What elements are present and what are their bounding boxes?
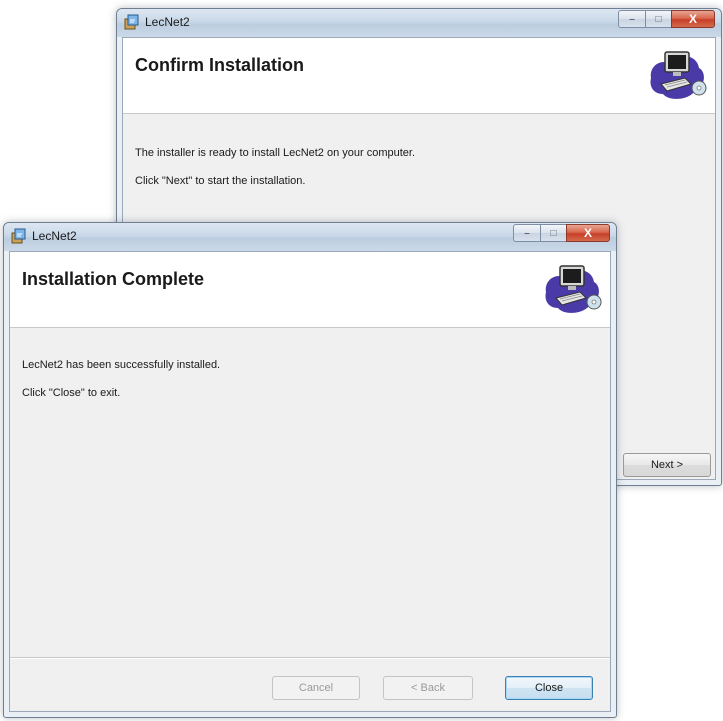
computer-setup-icon [545,265,602,313]
installer-icon [124,14,139,30]
next-button[interactable]: Next > [623,453,711,477]
status-message: LecNet2 has been successfully installed. [22,359,221,371]
header-banner: Confirm Installation [123,38,715,114]
maximize-button[interactable]: □ [540,224,566,242]
back-button[interactable]: < Back [383,676,473,700]
minimize-button[interactable]: – [513,224,540,242]
close-button[interactable]: Close [505,676,593,700]
page-title: Installation Complete [22,269,205,289]
close-icon: X [688,12,697,26]
maximize-button[interactable]: □ [645,10,671,28]
caption-buttons: – □ X [618,10,715,28]
close-window-button[interactable]: X [566,224,610,242]
status-message: The installer is ready to install LecNet… [135,147,416,159]
maximize-icon: □ [655,13,662,25]
installation-complete-window: LecNet2 – □ X Installation Complete LecN… [3,222,617,718]
instruction-message: Click "Next" to start the installation. [135,175,306,187]
installer-icon [11,228,26,244]
dialog-body: Installation Complete LecNet2 has been s… [9,251,611,712]
title-bar[interactable]: LecNet2 – □ X [117,9,721,37]
minimize-button[interactable]: – [618,10,645,28]
maximize-icon: □ [550,227,557,239]
window-title: LecNet2 [32,229,77,243]
computer-setup-icon [650,51,707,99]
header-banner: Installation Complete [10,252,610,328]
minimize-icon: – [629,13,635,25]
close-window-button[interactable]: X [671,10,715,28]
close-icon: X [583,226,592,240]
window-title: LecNet2 [145,15,190,29]
footer-divider [10,657,610,659]
cancel-button[interactable]: Cancel [272,676,360,700]
title-bar[interactable]: LecNet2 – □ X [4,223,616,251]
minimize-icon: – [524,227,530,239]
page-title: Confirm Installation [135,55,305,75]
caption-buttons: – □ X [513,224,610,242]
instruction-message: Click "Close" to exit. [22,387,121,399]
